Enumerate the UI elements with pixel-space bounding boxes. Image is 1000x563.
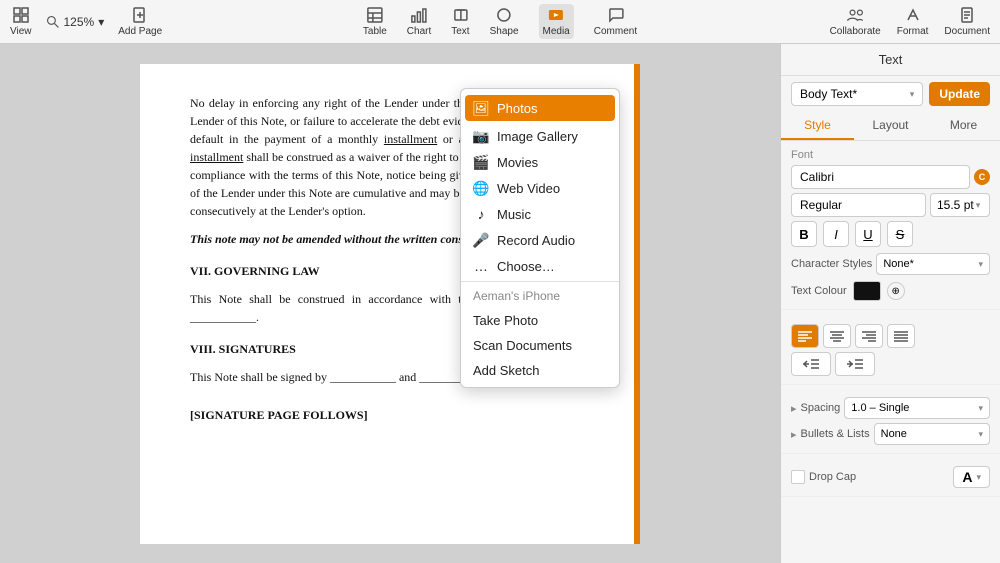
size-chevron-icon: ▾ — [976, 200, 981, 211]
style-row: Body Text* ▾ Update — [781, 76, 1000, 112]
align-right-button[interactable] — [855, 324, 883, 348]
font-size-box[interactable]: 15.5 pt ▾ — [930, 193, 990, 217]
menu-item-music[interactable]: ♪ Music — [461, 201, 619, 227]
chart-button[interactable]: Chart — [407, 6, 431, 37]
bullets-chevron-icon: ▾ — [978, 429, 983, 440]
web-video-icon: 🌐 — [473, 180, 489, 196]
spacing-section: ▸ Spacing 1.0 – Single ▾ ▸ Bullets & Lis… — [781, 385, 1000, 454]
style-chevron-icon: ▾ — [910, 89, 915, 100]
music-icon: ♪ — [473, 206, 489, 222]
menu-item-take-photo[interactable]: Take Photo — [461, 308, 619, 333]
dropcap-style-button[interactable]: A ▾ — [953, 466, 990, 488]
bullets-row: ▸ Bullets & Lists None ▾ — [791, 423, 990, 445]
strikethrough-button[interactable]: S — [887, 221, 913, 247]
zoom-control[interactable]: 125% ▾ — [46, 15, 105, 29]
font-label: Font — [791, 149, 990, 161]
tab-style[interactable]: Style — [781, 112, 854, 140]
menu-item-web-video[interactable]: 🌐 Web Video — [461, 175, 619, 201]
view-button[interactable]: View — [10, 6, 32, 37]
update-button[interactable]: Update — [929, 82, 990, 106]
toolbar: View 125% ▾ Add Page Table Chart Text Sh… — [0, 0, 1000, 44]
menu-item-record-audio[interactable]: 🎤 Record Audio — [461, 227, 619, 253]
document-button[interactable]: Document — [944, 6, 990, 37]
photos-icon: 🖼 — [473, 100, 489, 116]
dropcap-row: Drop Cap A ▾ — [791, 466, 990, 488]
align-row — [791, 324, 990, 348]
menu-item-scan-documents[interactable]: Scan Documents — [461, 333, 619, 358]
dropcap-label: Drop Cap — [809, 471, 856, 483]
right-panel: Text Body Text* ▾ Update Style Layout Mo… — [780, 44, 1000, 563]
shape-button[interactable]: Shape — [490, 6, 519, 37]
font-name-dropdown[interactable]: Calibri — [791, 165, 970, 189]
document-area: No delay in enforcing any right of the L… — [0, 44, 780, 563]
dropcap-checkbox[interactable] — [791, 470, 805, 484]
main-area: No delay in enforcing any right of the L… — [0, 44, 1000, 563]
indent-decrease-button[interactable] — [791, 352, 831, 376]
toolbar-left: View 125% ▾ Add Page — [10, 6, 162, 37]
table-button[interactable]: Table — [363, 6, 387, 37]
record-audio-icon: 🎤 — [473, 232, 489, 248]
style-size-row: Regular 15.5 pt ▾ — [791, 193, 990, 217]
alignment-section — [781, 310, 1000, 385]
bullets-label: Bullets & Lists — [801, 428, 870, 440]
indent-increase-button[interactable] — [835, 352, 875, 376]
char-styles-chevron-icon: ▾ — [978, 259, 983, 270]
movies-icon: 🎬 — [473, 154, 489, 170]
text-color-label: Text Colour — [791, 285, 847, 297]
menu-item-image-gallery[interactable]: 📷 Image Gallery — [461, 123, 619, 149]
font-name-row: Calibri C — [791, 165, 990, 189]
dropcap-A-icon: A — [962, 469, 972, 485]
image-gallery-icon: 📷 — [473, 128, 489, 144]
choose-icon: … — [473, 258, 489, 274]
tab-layout[interactable]: Layout — [854, 112, 927, 140]
media-button[interactable]: Media — [539, 4, 574, 39]
format-button[interactable]: Format — [897, 6, 929, 37]
comment-button[interactable]: Comment — [594, 6, 637, 37]
orange-accent-bar — [634, 64, 640, 544]
collaborate-button[interactable]: Collaborate — [830, 6, 881, 37]
char-styles-label: Character Styles — [791, 258, 872, 270]
spacing-row: ▸ Spacing 1.0 – Single ▾ — [791, 397, 990, 419]
dropcap-section: Drop Cap A ▾ — [781, 454, 1000, 497]
align-justify-button[interactable] — [887, 324, 915, 348]
spacing-expand-icon[interactable]: ▸ — [791, 402, 797, 415]
indent-row — [791, 352, 990, 376]
menu-item-photos[interactable]: 🖼 Photos — [465, 95, 615, 121]
style-dropdown[interactable]: Body Text* ▾ — [791, 82, 923, 106]
spacing-chevron-icon: ▾ — [978, 403, 983, 414]
media-dropdown-menu: 🖼 Photos 📷 Image Gallery 🎬 Movies 🌐 Web … — [460, 88, 620, 388]
text-color-swatch[interactable] — [853, 281, 881, 301]
char-styles-dropdown[interactable]: None* ▾ — [876, 253, 990, 275]
tab-more[interactable]: More — [927, 112, 1000, 140]
add-page-button[interactable]: Add Page — [118, 6, 162, 37]
signature-block: [SIGNATURE PAGE FOLLOWS] — [190, 406, 590, 424]
menu-divider — [461, 281, 619, 282]
menu-device-header: Aeman's iPhone — [461, 284, 619, 308]
spacing-dropdown[interactable]: 1.0 – Single ▾ — [844, 397, 990, 419]
text-color-options[interactable]: ⊕ — [887, 282, 905, 300]
underline-button[interactable]: U — [855, 221, 881, 247]
menu-item-choose[interactable]: … Choose… — [461, 253, 619, 279]
spacing-label: Spacing — [801, 402, 841, 414]
align-center-button[interactable] — [823, 324, 851, 348]
bold-button[interactable]: B — [791, 221, 817, 247]
format-row: B I U S — [791, 221, 990, 247]
panel-header: Text — [781, 44, 1000, 76]
align-left-button[interactable] — [791, 324, 819, 348]
bullets-dropdown[interactable]: None ▾ — [874, 423, 990, 445]
font-style-dropdown[interactable]: Regular — [791, 193, 926, 217]
font-options-button[interactable]: C — [974, 169, 990, 185]
italic-button[interactable]: I — [823, 221, 849, 247]
panel-tabs: Style Layout More — [781, 112, 1000, 141]
bullets-expand-icon[interactable]: ▸ — [791, 428, 797, 441]
char-styles-row: Character Styles None* ▾ — [791, 253, 990, 275]
text-button[interactable]: Text — [451, 6, 469, 37]
menu-item-movies[interactable]: 🎬 Movies — [461, 149, 619, 175]
font-section: Font Calibri C Regular 15.5 pt ▾ B I U — [781, 141, 1000, 310]
text-color-row: Text Colour ⊕ — [791, 281, 990, 301]
dropcap-chevron-icon: ▾ — [976, 472, 981, 483]
menu-item-add-sketch[interactable]: Add Sketch — [461, 358, 619, 383]
